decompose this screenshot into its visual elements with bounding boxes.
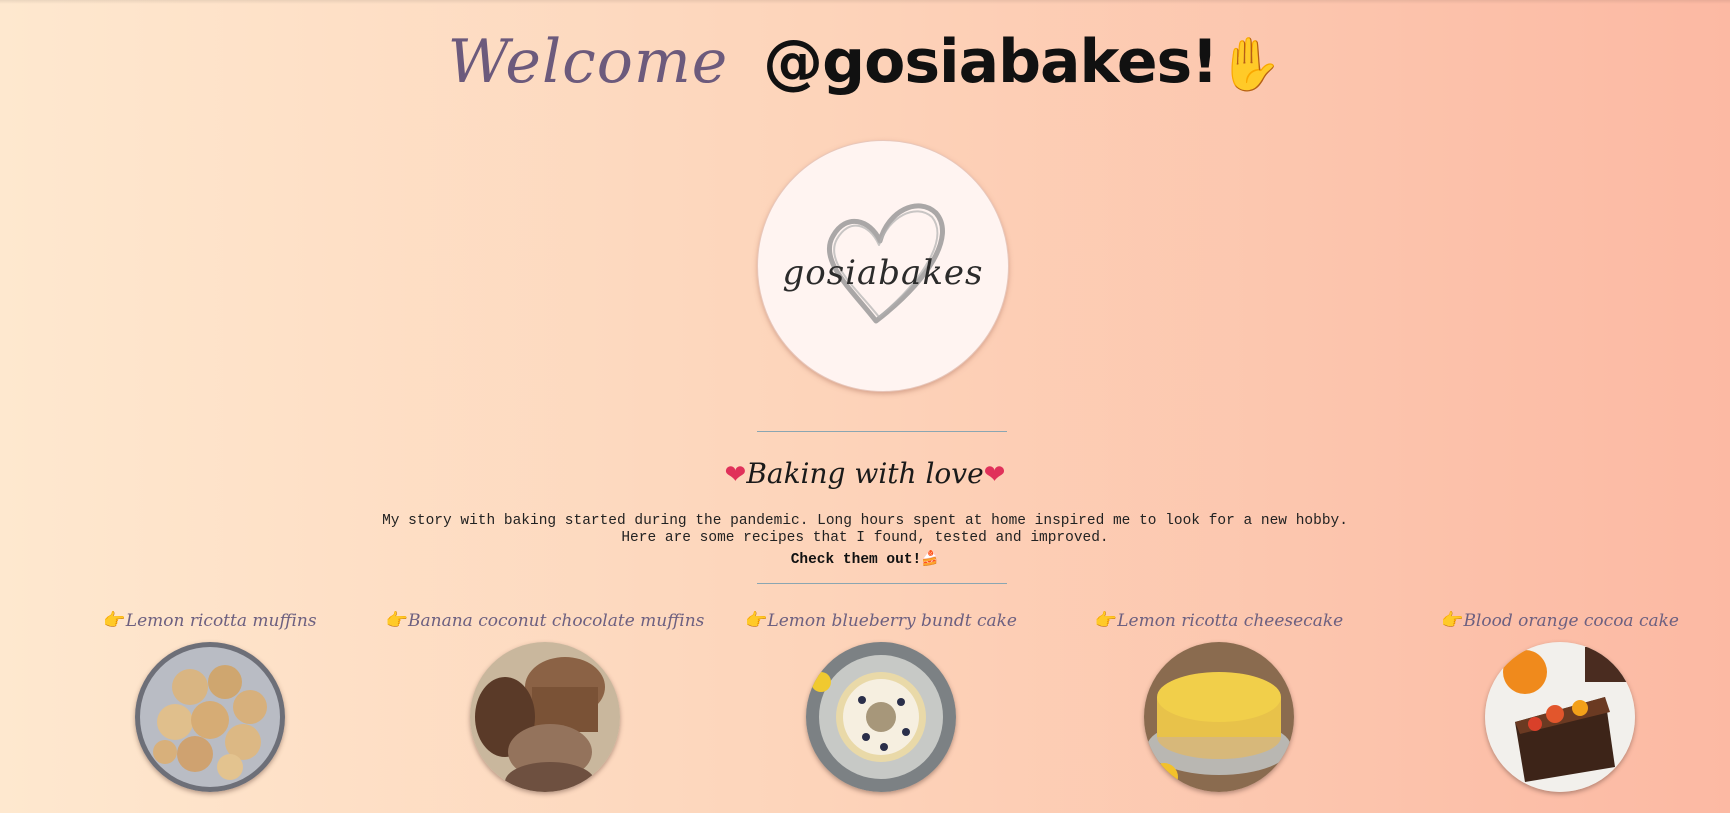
section-title-text: Baking with love — [746, 457, 984, 490]
welcome-text: Welcome — [447, 27, 729, 97]
story-line-1: My story with baking started during the … — [382, 513, 1348, 529]
top-shadow — [0, 0, 1730, 4]
cocoa-cake-photo[interactable] — [1485, 642, 1635, 792]
section-title: ❤Baking with love❤ — [0, 452, 1730, 497]
brand-logo: gosiabakes — [757, 140, 1009, 392]
pointing-hand-icon: 👉 — [103, 610, 126, 631]
divider-top — [757, 431, 1007, 432]
recipe-link[interactable]: 👉Lemon ricotta cheesecake — [1082, 608, 1356, 634]
recipe-card-lemon-blueberry-bundt-cake: 👉Lemon blueberry bundt cake — [740, 608, 1022, 792]
recipe-label: Lemon ricotta muffins — [125, 611, 317, 631]
recipe-label: Blood orange cocoa cake — [1463, 611, 1679, 631]
story-line-2: Here are some recipes that I found, test… — [621, 530, 1109, 546]
cake-icon: 🍰 — [921, 552, 940, 568]
heart-icon: ❤ — [983, 460, 1006, 490]
handle-text: @gosiabakes! — [763, 27, 1218, 97]
call-to-action: Check them out!🍰 — [0, 550, 1730, 570]
pointing-hand-icon: 👉 — [1441, 610, 1464, 631]
bundt-cake-photo[interactable] — [806, 642, 956, 792]
wave-hand-icon: ✋ — [1217, 35, 1283, 95]
recipe-label: Lemon blueberry bundt cake — [767, 611, 1017, 631]
recipe-card-blood-orange-cocoa-cake: 👉Blood orange cocoa cake — [1430, 608, 1690, 792]
recipe-card-lemon-ricotta-cheesecake: 👉Lemon ricotta cheesecake — [1082, 608, 1356, 792]
pointing-hand-icon: 👉 — [385, 610, 408, 631]
recipe-link[interactable]: 👉Lemon blueberry bundt cake — [740, 608, 1022, 634]
recipe-label: Banana coconut chocolate muffins — [408, 611, 705, 631]
recipe-label: Lemon ricotta cheesecake — [1117, 611, 1344, 631]
muffins-photo[interactable] — [135, 642, 285, 792]
recipe-card-lemon-ricotta-muffins: 👉Lemon ricotta muffins — [70, 608, 350, 792]
story-text: My story with baking started during the … — [0, 513, 1730, 547]
recipe-card-banana-coconut-chocolate-muffins: 👉Banana coconut chocolate muffins — [385, 608, 705, 792]
page-title: Welcome @gosiabakes!✋ — [0, 22, 1730, 105]
recipe-link[interactable]: 👉Banana coconut chocolate muffins — [385, 608, 705, 634]
cta-text: Check them out! — [790, 552, 922, 568]
logo-text: gosiabakes — [782, 253, 984, 293]
divider-bottom — [757, 583, 1007, 584]
pointing-hand-icon: 👉 — [745, 610, 768, 631]
recipe-link[interactable]: 👉Lemon ricotta muffins — [70, 608, 350, 634]
recipe-link[interactable]: 👉Blood orange cocoa cake — [1430, 608, 1690, 634]
heart-icon: ❤ — [724, 460, 747, 490]
pointing-hand-icon: 👉 — [1094, 610, 1118, 631]
chocolate-muffins-photo[interactable] — [470, 642, 620, 792]
cheesecake-photo[interactable] — [1144, 642, 1294, 792]
